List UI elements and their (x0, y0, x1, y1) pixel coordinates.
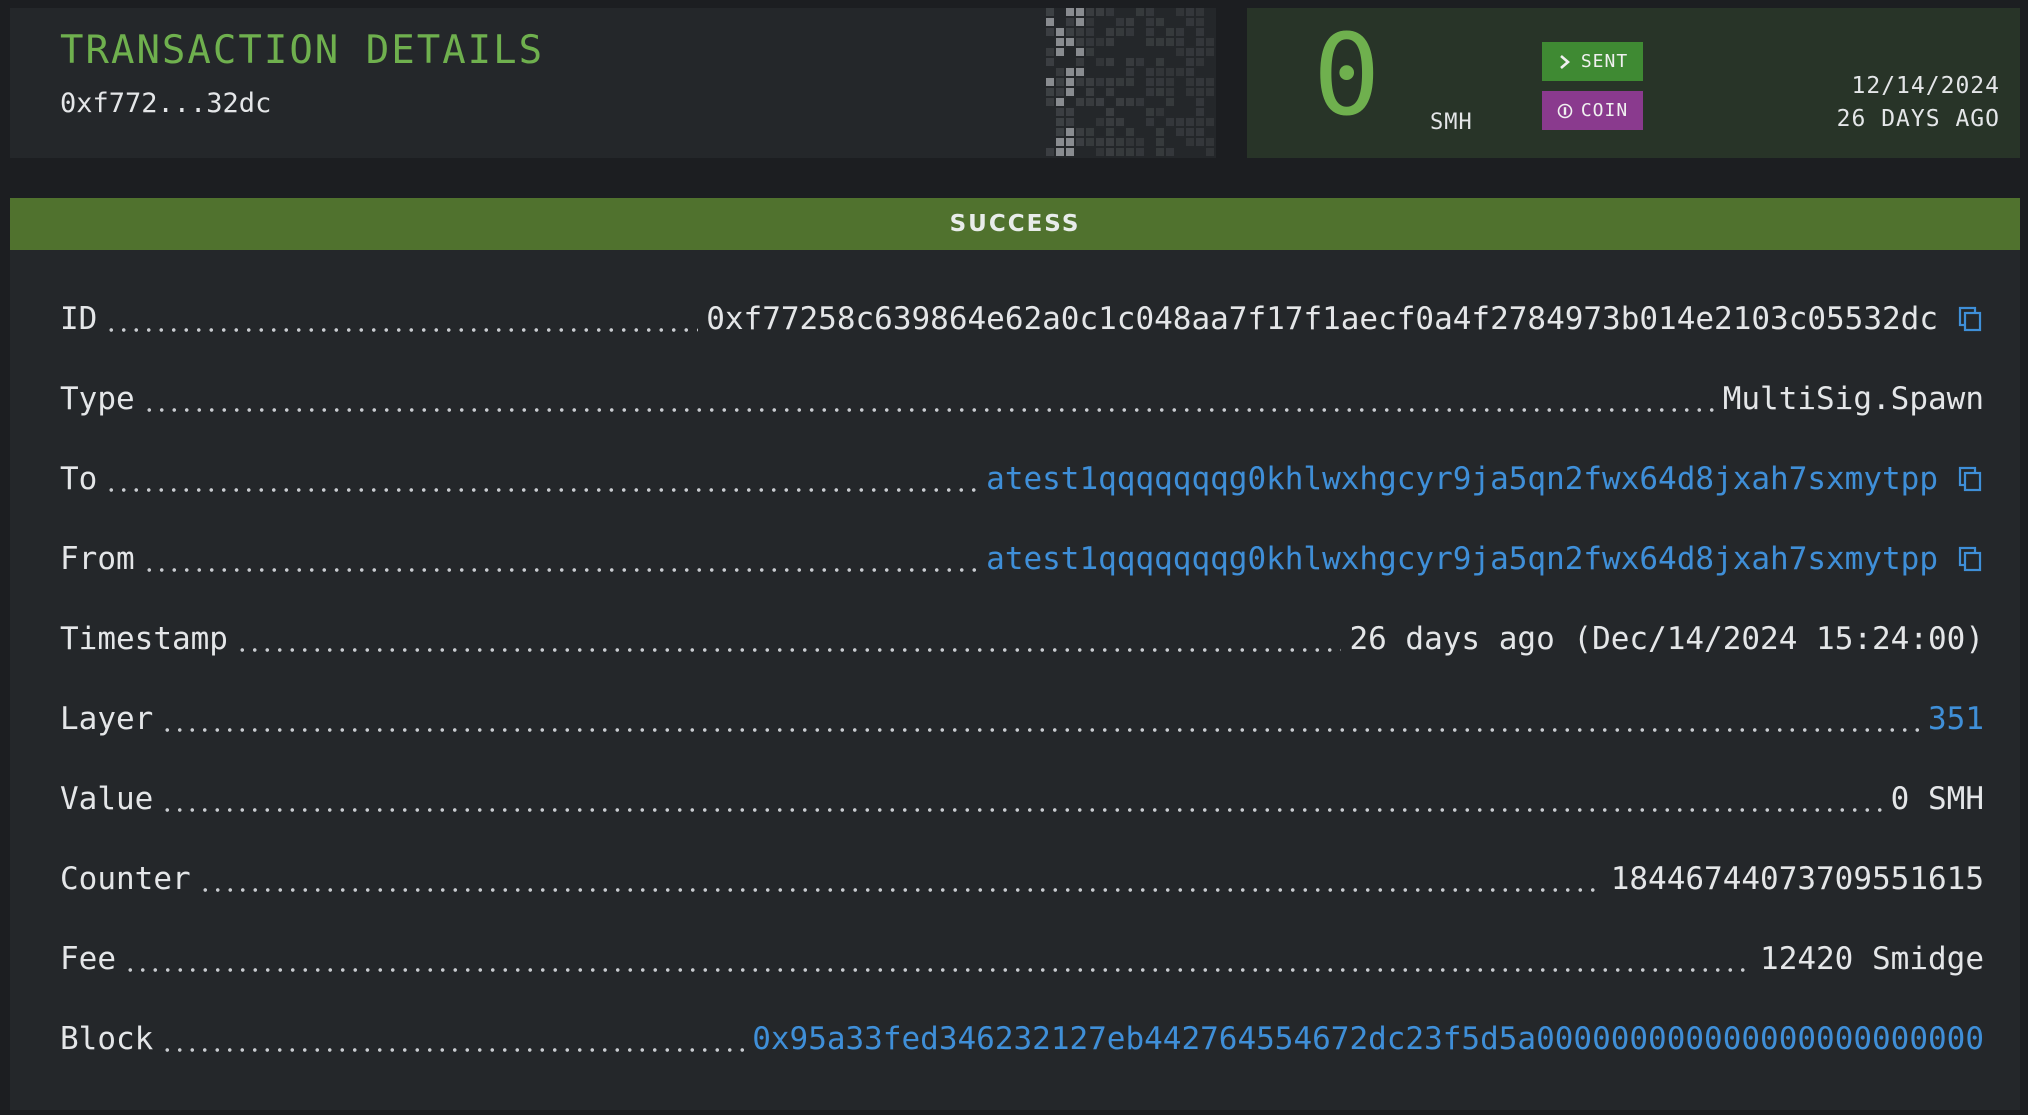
dot-leader (161, 807, 1883, 813)
dot-leader (161, 727, 1920, 733)
type-value: MultiSig.Spawn (1722, 381, 1984, 417)
copy-icon[interactable] (1956, 545, 1984, 573)
detail-row-from: From atest1qqqqqqqg0khlwxhgcyr9ja5qn2fwx… (60, 534, 1984, 584)
detail-row-timestamp: Timestamp 26 days ago (Dec/14/2024 15:24… (60, 614, 1984, 664)
relative-date: 26 DAYS AGO (1836, 106, 2000, 132)
pixel-pattern-icon (1046, 8, 1214, 156)
detail-label: Timestamp (60, 621, 228, 657)
copy-icon[interactable] (1956, 305, 1984, 333)
block-link[interactable]: 0x95a33fed346232127eb442764554672dc23f5d… (752, 1021, 1984, 1057)
from-address-link[interactable]: atest1qqqqqqqg0khlwxhgcyr9ja5qn2fwx64d8j… (986, 541, 1938, 577)
coin-badge-label: COIN (1580, 100, 1629, 121)
status-label: SUCCESS (949, 211, 1081, 237)
detail-label: To (60, 461, 98, 497)
detail-row-to: To atest1qqqqqqqg0khlwxhgcyr9ja5qn2fwx64… (60, 454, 1984, 504)
sent-badge-label: SENT (1580, 51, 1629, 72)
detail-row-block: Block 0x95a33fed346232127eb442764554672d… (60, 1014, 1984, 1064)
detail-label: From (60, 541, 135, 577)
detail-row-layer: Layer 351 (60, 694, 1984, 744)
detail-label: ID (60, 301, 98, 337)
coin-badge: COIN (1542, 91, 1643, 130)
transaction-date: 12/14/2024 26 DAYS AGO (1837, 70, 2000, 136)
dot-leader (161, 1047, 745, 1053)
amount-value: 0 (1313, 11, 1381, 141)
dot-leader (105, 327, 699, 333)
detail-label: Layer (60, 701, 154, 737)
status-banner: SUCCESS (10, 198, 2020, 250)
dot-leader (142, 407, 1715, 413)
dot-leader (142, 567, 979, 573)
detail-row-id: ID 0xf77258c639864e62a0c1c048aa7f17f1aec… (60, 294, 1984, 344)
date-value: 12/14/2024 (1851, 73, 2000, 99)
detail-label: Fee (60, 941, 116, 977)
chevron-right-icon (1557, 54, 1573, 70)
transaction-short-id: 0xf772...32dc (60, 88, 272, 119)
layer-link[interactable]: 351 (1928, 701, 1984, 737)
dot-leader (124, 967, 1753, 973)
details-list: ID 0xf77258c639864e62a0c1c048aa7f17f1aec… (10, 250, 2020, 1110)
detail-label: Value (60, 781, 154, 817)
value-amount: 0 SMH (1890, 781, 1984, 817)
amount-unit: SMH (1430, 110, 1473, 135)
page-title: TRANSACTION DETAILS (60, 28, 545, 73)
fee-value: 12420 Smidge (1760, 941, 1984, 977)
detail-row-fee: Fee 12420 Smidge (60, 934, 1984, 984)
copy-icon[interactable] (1956, 465, 1984, 493)
to-address-link[interactable]: atest1qqqqqqqg0khlwxhgcyr9ja5qn2fwx64d8j… (986, 461, 1938, 497)
transaction-id-value: 0xf77258c639864e62a0c1c048aa7f17f1aecf0a… (706, 301, 1938, 337)
amount-summary: 0 SMH SENT COIN 12/14/2024 26 DAYS AGO (1247, 8, 2020, 158)
transaction-page: TRANSACTION DETAILS 0xf772...32dc 0 SMH … (0, 0, 2028, 1115)
dot-leader (235, 647, 1342, 653)
detail-label: Type (60, 381, 135, 417)
counter-value: 18446744073709551615 (1610, 861, 1984, 897)
detail-row-type: Type MultiSig.Spawn (60, 374, 1984, 424)
timestamp-value: 26 days ago (Dec/14/2024 15:24:00) (1349, 621, 1984, 657)
detail-label: Counter (60, 861, 191, 897)
dot-leader (105, 487, 979, 493)
dot-leader (198, 887, 1603, 893)
detail-row-value: Value 0 SMH (60, 774, 1984, 824)
sent-badge: SENT (1542, 42, 1643, 81)
detail-row-counter: Counter 18446744073709551615 (60, 854, 1984, 904)
coin-icon (1557, 103, 1573, 119)
detail-label: Block (60, 1021, 154, 1057)
transaction-header: TRANSACTION DETAILS 0xf772...32dc (10, 8, 1216, 158)
